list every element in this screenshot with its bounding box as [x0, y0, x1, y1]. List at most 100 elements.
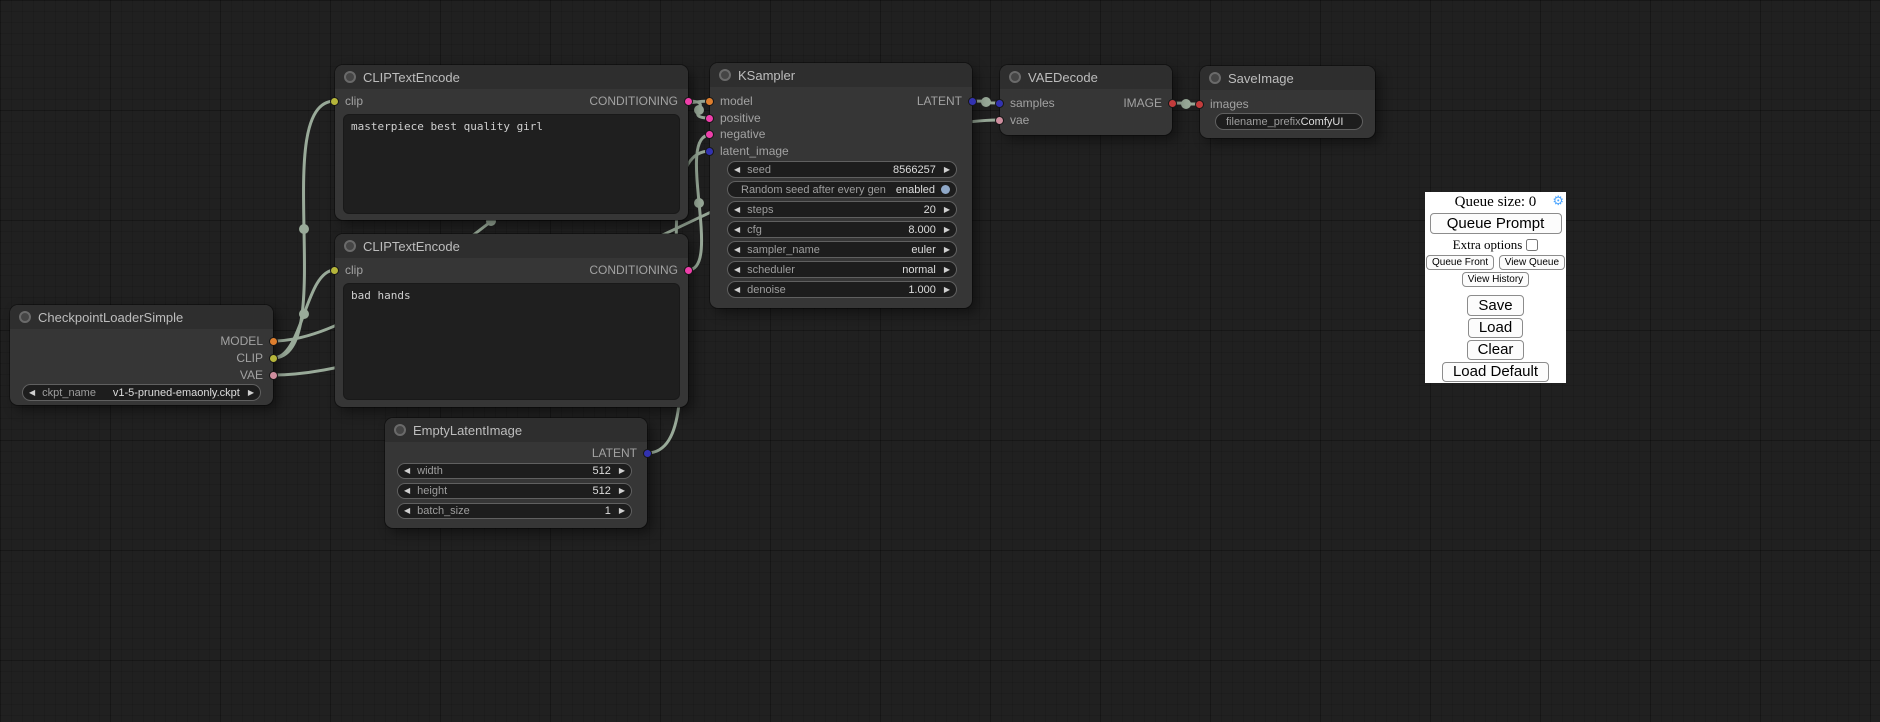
collapse-toggle-icon[interactable]: [344, 71, 356, 83]
conditioning-port-icon[interactable]: [705, 114, 714, 123]
next-arrow-icon[interactable]: ▶: [248, 389, 254, 397]
collapse-toggle-icon[interactable]: [19, 311, 31, 323]
decrement-arrow-icon[interactable]: ◀: [404, 487, 410, 495]
model-port-icon[interactable]: [705, 97, 714, 106]
output-port-latent[interactable]: LATENT: [917, 94, 977, 108]
node-vae-decode[interactable]: VAEDecode samples vae IMAGE: [1000, 65, 1172, 135]
negative-prompt-textarea[interactable]: bad hands: [343, 283, 680, 400]
increment-arrow-icon[interactable]: ▶: [944, 166, 950, 174]
collapse-toggle-icon[interactable]: [1209, 72, 1221, 84]
clear-button[interactable]: Clear: [1467, 340, 1525, 360]
output-port-conditioning[interactable]: CONDITIONING: [589, 263, 693, 277]
settings-gear-icon[interactable]: ⚙: [1552, 194, 1564, 209]
prev-arrow-icon[interactable]: ◀: [734, 266, 740, 274]
output-port-model[interactable]: MODEL: [220, 334, 278, 348]
increment-arrow-icon[interactable]: ▶: [619, 487, 625, 495]
latent-port-icon[interactable]: [995, 99, 1004, 108]
node-empty-latent-image[interactable]: EmptyLatentImage LATENT ◀ width 512 ▶ ◀ …: [385, 418, 647, 528]
widget-steps[interactable]: ◀ steps 20 ▶: [727, 201, 957, 218]
widget-denoise[interactable]: ◀ denoise 1.000 ▶: [727, 281, 957, 298]
widget-scheduler[interactable]: ◀ scheduler normal ▶: [727, 261, 957, 278]
node-titlebar[interactable]: CheckpointLoaderSimple: [10, 305, 273, 329]
input-port-negative[interactable]: negative: [705, 127, 765, 141]
node-titlebar[interactable]: SaveImage: [1200, 66, 1375, 90]
decrement-arrow-icon[interactable]: ◀: [734, 166, 740, 174]
node-ksampler[interactable]: KSampler model positive negative latent_…: [710, 63, 972, 308]
next-arrow-icon[interactable]: ▶: [944, 266, 950, 274]
input-port-samples[interactable]: samples: [995, 96, 1055, 110]
save-button[interactable]: Save: [1467, 295, 1523, 315]
input-port-vae[interactable]: vae: [995, 113, 1029, 127]
clip-port-icon[interactable]: [330, 97, 339, 106]
view-queue-button[interactable]: View Queue: [1499, 255, 1565, 270]
increment-arrow-icon[interactable]: ▶: [944, 206, 950, 214]
node-titlebar[interactable]: VAEDecode: [1000, 65, 1172, 89]
input-port-latent-image[interactable]: latent_image: [705, 144, 789, 158]
increment-arrow-icon[interactable]: ▶: [619, 467, 625, 475]
input-port-clip[interactable]: clip: [330, 94, 363, 108]
next-arrow-icon[interactable]: ▶: [944, 246, 950, 254]
input-port-positive[interactable]: positive: [705, 111, 761, 125]
output-port-vae[interactable]: VAE: [240, 368, 278, 382]
collapse-toggle-icon[interactable]: [1009, 71, 1021, 83]
conditioning-port-icon[interactable]: [684, 266, 693, 275]
clip-port-icon[interactable]: [330, 266, 339, 275]
widget-cfg[interactable]: ◀ cfg 8.000 ▶: [727, 221, 957, 238]
image-port-icon[interactable]: [1195, 100, 1204, 109]
latent-port-icon[interactable]: [643, 449, 652, 458]
output-port-conditioning[interactable]: CONDITIONING: [589, 94, 693, 108]
decrement-arrow-icon[interactable]: ◀: [734, 206, 740, 214]
node-titlebar[interactable]: EmptyLatentImage: [385, 418, 647, 442]
node-titlebar[interactable]: CLIPTextEncode: [335, 234, 688, 258]
prev-arrow-icon[interactable]: ◀: [734, 246, 740, 254]
node-titlebar[interactable]: KSampler: [710, 63, 972, 87]
node-titlebar[interactable]: CLIPTextEncode: [335, 65, 688, 89]
increment-arrow-icon[interactable]: ▶: [619, 507, 625, 515]
view-history-button[interactable]: View History: [1462, 272, 1529, 287]
positive-prompt-textarea[interactable]: masterpiece best quality girl: [343, 114, 680, 214]
graph-canvas[interactable]: CheckpointLoaderSimple MODEL CLIP VAE ◀ …: [0, 0, 1880, 722]
widget-filename-prefix[interactable]: filename_prefix ComfyUI: [1215, 113, 1363, 130]
widget-width[interactable]: ◀ width 512 ▶: [397, 463, 632, 479]
load-default-button[interactable]: Load Default: [1442, 362, 1549, 382]
widget-batch-size[interactable]: ◀ batch_size 1 ▶: [397, 503, 632, 519]
toggle-indicator-icon[interactable]: [941, 185, 950, 194]
extra-options-checkbox[interactable]: [1526, 239, 1538, 251]
vae-port-icon[interactable]: [269, 371, 278, 380]
widget-seed[interactable]: ◀ seed 8566257 ▶: [727, 161, 957, 178]
image-port-icon[interactable]: [1168, 99, 1177, 108]
load-button[interactable]: Load: [1468, 318, 1523, 338]
decrement-arrow-icon[interactable]: ◀: [734, 286, 740, 294]
decrement-arrow-icon[interactable]: ◀: [734, 226, 740, 234]
latent-port-icon[interactable]: [968, 97, 977, 106]
increment-arrow-icon[interactable]: ▶: [944, 226, 950, 234]
clip-port-icon[interactable]: [269, 354, 278, 363]
model-port-icon[interactable]: [269, 337, 278, 346]
decrement-arrow-icon[interactable]: ◀: [404, 507, 410, 515]
conditioning-port-icon[interactable]: [705, 130, 714, 139]
decrement-arrow-icon[interactable]: ◀: [404, 467, 410, 475]
input-port-model[interactable]: model: [705, 94, 753, 108]
output-port-latent[interactable]: LATENT: [592, 446, 652, 460]
collapse-toggle-icon[interactable]: [719, 69, 731, 81]
node-save-image[interactable]: SaveImage images filename_prefix ComfyUI: [1200, 66, 1375, 138]
increment-arrow-icon[interactable]: ▶: [944, 286, 950, 294]
output-port-image[interactable]: IMAGE: [1123, 96, 1177, 110]
node-clip-text-encode-positive[interactable]: CLIPTextEncode clip CONDITIONING masterp…: [335, 65, 688, 220]
widget-ckpt-name[interactable]: ◀ ckpt_name v1-5-pruned-emaonly.ckpt ▶: [22, 384, 261, 401]
output-port-clip[interactable]: CLIP: [236, 351, 278, 365]
collapse-toggle-icon[interactable]: [344, 240, 356, 252]
widget-height[interactable]: ◀ height 512 ▶: [397, 483, 632, 499]
vae-port-icon[interactable]: [995, 116, 1004, 125]
node-checkpoint-loader[interactable]: CheckpointLoaderSimple MODEL CLIP VAE ◀ …: [10, 305, 273, 405]
widget-random-seed-toggle[interactable]: Random seed after every gen enabled: [727, 181, 957, 198]
queue-prompt-button[interactable]: Queue Prompt: [1430, 213, 1562, 234]
prev-arrow-icon[interactable]: ◀: [29, 389, 35, 397]
widget-sampler-name[interactable]: ◀ sampler_name euler ▶: [727, 241, 957, 258]
input-port-images[interactable]: images: [1195, 97, 1249, 111]
latent-port-icon[interactable]: [705, 147, 714, 156]
collapse-toggle-icon[interactable]: [394, 424, 406, 436]
input-port-clip[interactable]: clip: [330, 263, 363, 277]
node-clip-text-encode-negative[interactable]: CLIPTextEncode clip CONDITIONING bad han…: [335, 234, 688, 407]
conditioning-port-icon[interactable]: [684, 97, 693, 106]
